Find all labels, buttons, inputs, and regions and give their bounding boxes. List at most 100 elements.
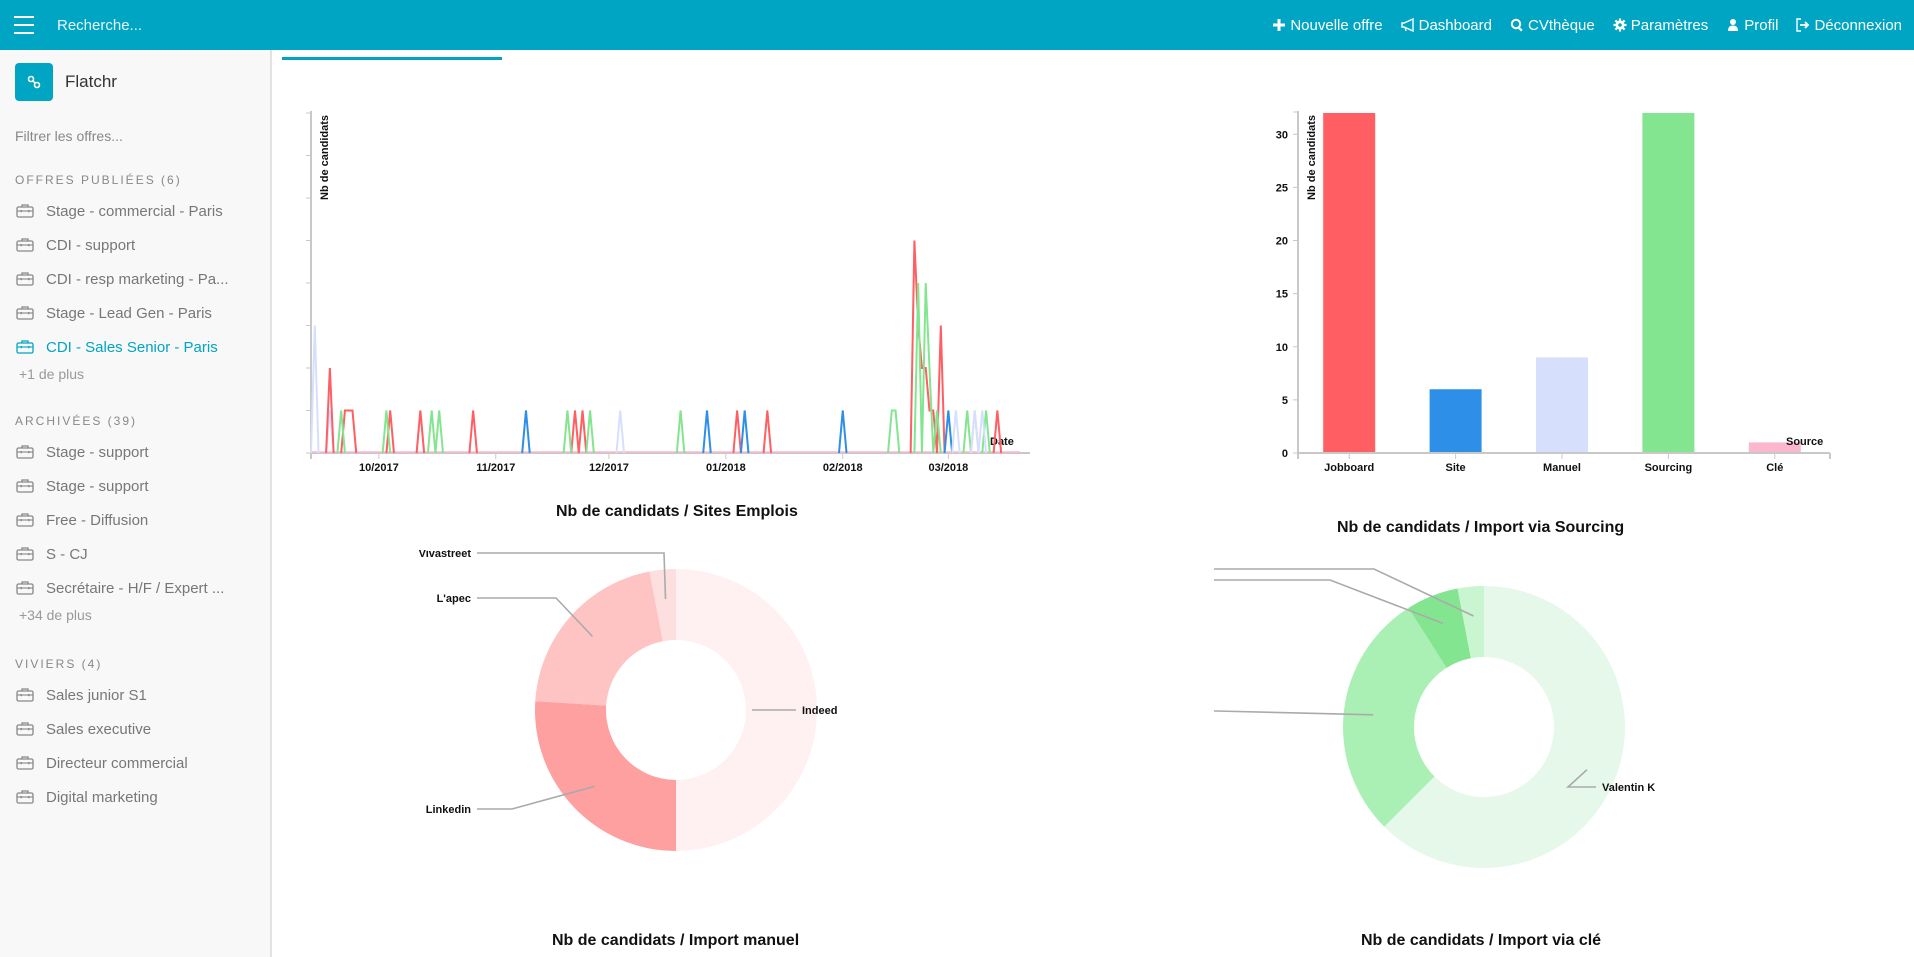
chart-title-cle: Nb de candidats / Import via clé [1361,932,1602,949]
logout-icon [1796,18,1810,32]
sidebar-offer-item[interactable]: S - CJ [16,537,270,571]
sidebar-offer-label: Sales executive [46,720,152,738]
search-input[interactable] [57,16,357,34]
link-icon [27,75,41,89]
filter-offers-input[interactable] [15,128,255,144]
briefcase-icon [16,756,34,770]
sidebar-section-title: ARCHIVÉES (39) [15,414,138,428]
sidebar-offer-item[interactable]: Free - Diffusion [16,503,270,537]
show-more-link[interactable]: +1 de plus [19,364,270,384]
sidebar-offer-item[interactable]: Stage - Lead Gen - Paris [16,296,270,330]
nav-label: Dashboard [1418,16,1492,34]
dashboard-main: 01234567810/201711/201712/201701/201802/… [274,50,1914,957]
sidebar-offer-label: Stage - support [46,477,149,495]
x-tick-label: Clé [1766,462,1783,474]
sidebar-offer-label: Free - Diffusion [46,511,149,529]
search-icon [1510,18,1523,32]
brand[interactable]: Flatchr [15,63,270,101]
line-series-sourcing [336,282,991,454]
x-axis-label: Source [1786,436,1823,448]
nav-profile[interactable]: Profil [1726,17,1778,34]
x-tick-label: 10/2017 [359,462,399,474]
y-tick-label: 5 [1282,395,1288,407]
nav-new-offer[interactable]: Nouvelle offre [1272,16,1383,34]
bar-chart: 0 5 10 15 20 25 30 Jobboard Site Manuel Sourcing Cl… [1276,111,1831,474]
sidebar-offer-label: Stage - Lead Gen - Paris [46,304,212,322]
briefcase-icon [16,581,34,595]
donut-slice-linkedin [535,701,676,851]
y-axis-label: Nb de candidats [319,115,331,200]
bar-sourcing [1642,113,1695,452]
y-tick-label: 25 [1276,182,1288,194]
sidebar-offer-item[interactable]: Stage - commercial - Paris [16,194,270,228]
y-axis-label: Nb de candidats [1306,115,1318,200]
donut-label: Vivastreet [419,550,472,560]
chart-title-sourcing: Nb de candidats / Import via Sourcing [1337,519,1625,536]
nav-dashboard[interactable]: Dashboard [1400,16,1492,34]
briefcase-icon [16,479,34,493]
bar-manuel [1536,357,1588,452]
brand-logo [15,63,53,101]
sidebar-offer-label: Stage - support [46,443,149,461]
sidebar: Flatchr OFFRES PUBLIÉES (6) Stage - comme… [0,50,272,957]
top-nav: Nouvelle offre Dashboard CVthèque Paramè… [1272,17,1902,34]
gear-icon [1613,18,1627,32]
nav-logout[interactable]: Déconnexion [1796,17,1902,34]
sidebar-offer-item[interactable]: Stage - support [16,469,270,503]
x-tick-label: Jobboard [1324,462,1374,474]
line-chart: 01234567810/201711/201712/201701/201802/… [306,111,1030,474]
chart-title-sites: Nb de candidats / Sites Emplois [556,503,798,520]
donut-label: Indeed [802,705,837,717]
sidebar-offer-label: CDI - Sales Senior - Paris [46,338,218,356]
briefcase-icon [16,513,34,527]
menu-icon[interactable] [14,16,34,34]
sidebar-offer-item[interactable]: Secrétaire - H/F / Expert ... [16,571,270,605]
x-tick-label: 12/2017 [589,462,629,474]
briefcase-icon [16,238,34,252]
briefcase-icon [16,445,34,459]
sidebar-offer-item[interactable]: Directeur commercial [16,746,270,780]
show-more-link[interactable]: +34 de plus [19,605,270,625]
briefcase-icon [16,272,34,286]
sidebar-offer-item[interactable]: Stage - support [16,435,270,469]
brand-name: Flatchr [65,72,117,91]
briefcase-icon [16,340,34,354]
sidebar-offer-item[interactable]: Digital marketing [16,780,270,814]
donut-label: L'apec [437,593,471,605]
briefcase-icon [16,306,34,320]
sidebar-section-title: OFFRES PUBLIÉES (6) [15,173,182,187]
sidebar-offer-item[interactable]: Sales junior S1 [16,678,270,712]
sidebar-offer-label: Secrétaire - H/F / Expert ... [46,579,225,597]
nav-settings[interactable]: Paramètres [1613,16,1709,34]
x-tick-label: 02/2018 [823,462,863,474]
y-tick-label: 20 [1276,236,1288,248]
plus-icon [1273,19,1286,31]
active-tab-indicator [282,57,502,60]
user-icon [1728,19,1739,31]
sidebar-offer-label: S - CJ [46,545,88,563]
y-tick-label: 30 [1276,129,1288,141]
line-series-jobboard [325,240,1003,454]
donut-label: Linkedin [426,804,472,816]
sidebar-offer-label: Directeur commercial [46,754,188,772]
sidebar-offer-item[interactable]: CDI - resp marketing - Pa... [16,262,270,296]
sidebar-offer-label: Stage - commercial - Paris [46,202,223,220]
donut-sites-chart: Indeed Linkedin L'apec Vivastreet [419,550,837,851]
nav-label: Paramètres [1630,16,1709,34]
sidebar-offer-label: CDI - resp marketing - Pa... [46,270,229,288]
sidebar-sections: OFFRES PUBLIÉES (6) Stage - commercial - … [0,173,270,814]
nav-cvtheque[interactable]: CVthèque [1510,17,1595,34]
sidebar-offer-item[interactable]: CDI - Sales Senior - Paris [16,330,270,364]
y-tick-label: 15 [1276,289,1288,301]
line-series-manuel-late- [615,410,988,454]
x-tick-label: 11/2017 [476,462,515,474]
donut-sourcing-chart: Valentin KThomas CLaura CMembre [1214,568,1655,868]
sidebar-section-title: VIVIERS (4) [15,657,103,671]
y-tick-label: 10 [1276,342,1288,354]
megaphone-icon [1400,18,1414,32]
briefcase-icon [16,204,34,218]
nav-label: Nouvelle offre [1290,16,1383,34]
sidebar-offer-item[interactable]: CDI - support [16,228,270,262]
sidebar-offer-item[interactable]: Sales executive [16,712,270,746]
x-tick-label: 01/2018 [706,462,746,474]
